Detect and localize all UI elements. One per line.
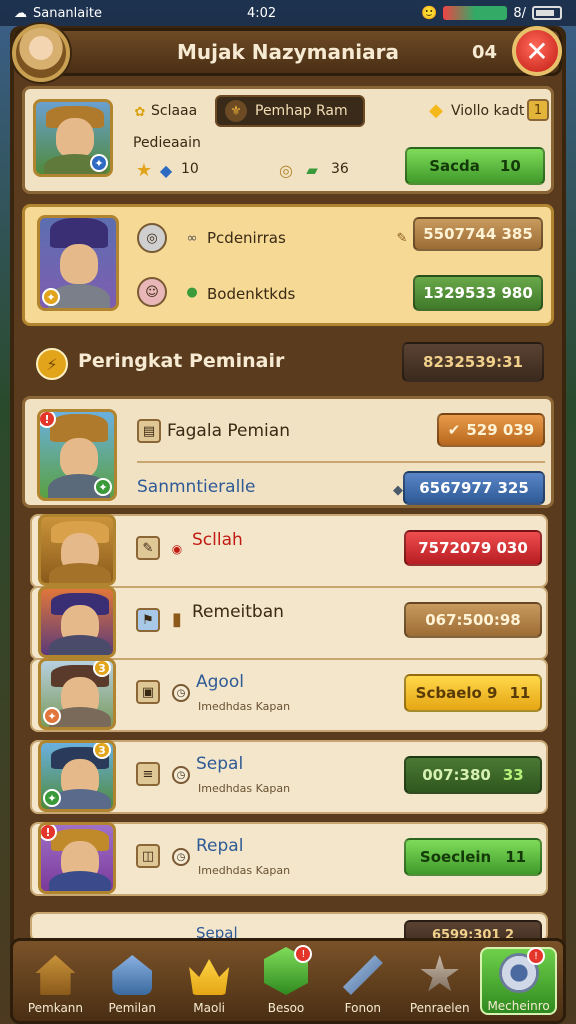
- list-item[interactable]: 3 ✦ ≡ ◷ Sepal Imedhdas Kapan 007:380 33: [30, 740, 548, 814]
- crest-icon: ✿: [134, 104, 146, 120]
- portrait-mini-icon: ☺: [137, 277, 167, 307]
- top-entry-button-1[interactable]: ✔ 529 039: [437, 413, 545, 447]
- featured-panel: ✦ ◎ ∞ Pcdenirras ✎ 5507744 385 ☺ ● Boden…: [22, 204, 554, 326]
- battery-icon: [532, 6, 562, 20]
- profile-name: Pedieaain: [133, 135, 201, 151]
- tab-mecheinro[interactable]: ! Mecheinro: [480, 947, 558, 1015]
- link-icon: ∞: [186, 230, 198, 246]
- profile-portrait[interactable]: ✦: [33, 99, 113, 177]
- ring-icon: ◉: [171, 542, 183, 556]
- row-portrait: [38, 586, 116, 658]
- profile-pill-2[interactable]: ⚜ Pemhap Ram: [215, 95, 365, 127]
- tab-fonon[interactable]: Fonon: [326, 947, 399, 1015]
- battery-text: 8/: [513, 5, 526, 21]
- status-left: ☁ Sananlaite: [14, 6, 102, 21]
- home-icon: [35, 955, 76, 995]
- row-portrait: !: [38, 822, 116, 894]
- section-title: Peringkat Peminair: [78, 350, 285, 372]
- trophy-icon: ◆: [429, 99, 443, 121]
- page-title: Mujak Nazymaniara: [177, 40, 399, 64]
- featured-row1-label: Pcdenirras: [207, 229, 286, 247]
- tab-maoli[interactable]: Maoli: [173, 947, 246, 1015]
- coin-icon: ◎: [279, 160, 293, 180]
- book-icon: ▣: [136, 680, 160, 704]
- building-icon: [112, 955, 153, 995]
- cash-icon: ▰: [306, 161, 318, 179]
- signal-indicator: [443, 6, 508, 20]
- row-value-button[interactable]: 7572079 030: [404, 530, 542, 566]
- row-value-button[interactable]: 067:500:98: [404, 602, 542, 638]
- profile-gems: 36: [331, 161, 349, 177]
- featured-portrait[interactable]: ✦: [37, 215, 119, 311]
- row-portrait: 3 ✦: [38, 740, 116, 812]
- close-icon: ✕: [525, 34, 549, 68]
- tab-pemkann[interactable]: Pemkann: [19, 947, 92, 1015]
- notification-badge: !: [294, 945, 313, 963]
- tab-besoo[interactable]: ! Besoo: [250, 945, 323, 1015]
- clock-icon: ◷: [172, 684, 190, 702]
- leaf-icon: ●: [186, 284, 198, 300]
- status-right: 🙂 8/: [421, 6, 562, 21]
- top-entry-panel: ! ✦ ▤ Fagala Pemian ✔ 529 039 Sanmntiera…: [22, 396, 554, 508]
- row-portrait: 3 ✦: [38, 658, 116, 730]
- divider: [137, 461, 545, 463]
- shield-icon: ⚜: [225, 100, 247, 122]
- scroll-icon: ▤: [137, 419, 161, 443]
- row-value-button[interactable]: Scbaelo 9 11: [404, 674, 542, 712]
- featured-row2-button[interactable]: 1329533 980: [413, 275, 543, 311]
- row-portrait: [38, 514, 116, 586]
- list-item[interactable]: ! ◫ ◷ Repal Imedhdas Kapan Soeclein 11: [30, 822, 548, 896]
- clock-icon: ◷: [172, 848, 190, 866]
- header-count: 04: [471, 41, 497, 63]
- bottom-tab-bar: Pemkann Pemilan Maoli ! Besoo Fonon Penr…: [10, 938, 566, 1024]
- cloud-icon: ☁: [14, 5, 27, 21]
- info-icon[interactable]: 1: [527, 99, 549, 121]
- scroll-icon: ▮: [172, 608, 182, 630]
- status-bar: ☁ Sananlaite 4:02 🙂 8/: [0, 0, 576, 26]
- trophy-icon: ⚡: [36, 348, 68, 380]
- sword-icon: [342, 955, 383, 995]
- top-entry-portrait[interactable]: ! ✦: [37, 409, 117, 501]
- crown-icon: [189, 959, 230, 995]
- status-carrier: Sananlaite: [33, 5, 102, 21]
- star-icon: [420, 955, 459, 992]
- list-item[interactable]: ⚑ ▮ Remeitban 067:500:98: [30, 586, 548, 660]
- profile-panel: ✦ ✿ Sclaaa ⚜ Pemhap Ram ◆ Viollo kadt 1 …: [22, 86, 554, 194]
- tab-penraelen[interactable]: Penraelen: [403, 947, 476, 1015]
- section-header: ⚡ Peringkat Peminair 8232539:31: [22, 334, 554, 392]
- profile-pill-1: Sclaaa: [151, 103, 198, 119]
- featured-row2-label: Bodenktkds: [207, 285, 296, 303]
- gem-icon: ◆: [159, 160, 173, 180]
- target-icon: ◎: [137, 223, 167, 253]
- top-entry-subtitle: Sanmntieralle: [137, 477, 256, 497]
- emoji-icon: 🙂: [421, 5, 438, 21]
- profile-stars: 10: [181, 161, 199, 177]
- scroll-icon: ✎: [136, 536, 160, 560]
- tab-pemilan[interactable]: Pemilan: [96, 947, 169, 1015]
- list-item[interactable]: ✎ ◉ Scllah 7572079 030: [30, 514, 548, 588]
- featured-row1-button[interactable]: 5507744 385: [413, 217, 543, 251]
- card-icon: ◫: [136, 844, 160, 868]
- list-item[interactable]: 3 ✦ ▣ ◷ Agool Imedhdas Kapan Scbaelo 9 1…: [30, 658, 548, 732]
- check-icon: ✔: [447, 421, 461, 439]
- list-icon: ≡: [136, 762, 160, 786]
- clock-icon: ◷: [172, 766, 190, 784]
- status-time: 4:02: [246, 5, 277, 21]
- star-icon: ★: [135, 159, 153, 181]
- close-button[interactable]: ✕: [512, 26, 562, 76]
- row-value-button[interactable]: Soeclein 11: [404, 838, 542, 876]
- flag-icon: ⚑: [136, 608, 160, 632]
- section-value: 8232539:31: [402, 342, 544, 382]
- player-avatar[interactable]: [12, 24, 70, 82]
- profile-action-button[interactable]: Sacda 10: [405, 147, 545, 185]
- row-value-button[interactable]: 007:380 33: [404, 756, 542, 794]
- notification-badge: !: [527, 947, 546, 965]
- profile-right-label: Viollo kadt: [451, 103, 525, 119]
- top-entry-label: Fagala Pemian: [167, 421, 290, 441]
- pencil-icon[interactable]: ✎: [391, 227, 413, 249]
- top-entry-button-2[interactable]: 6567977 325: [403, 471, 545, 505]
- title-bar: Mujak Nazymaniara 04: [14, 28, 562, 76]
